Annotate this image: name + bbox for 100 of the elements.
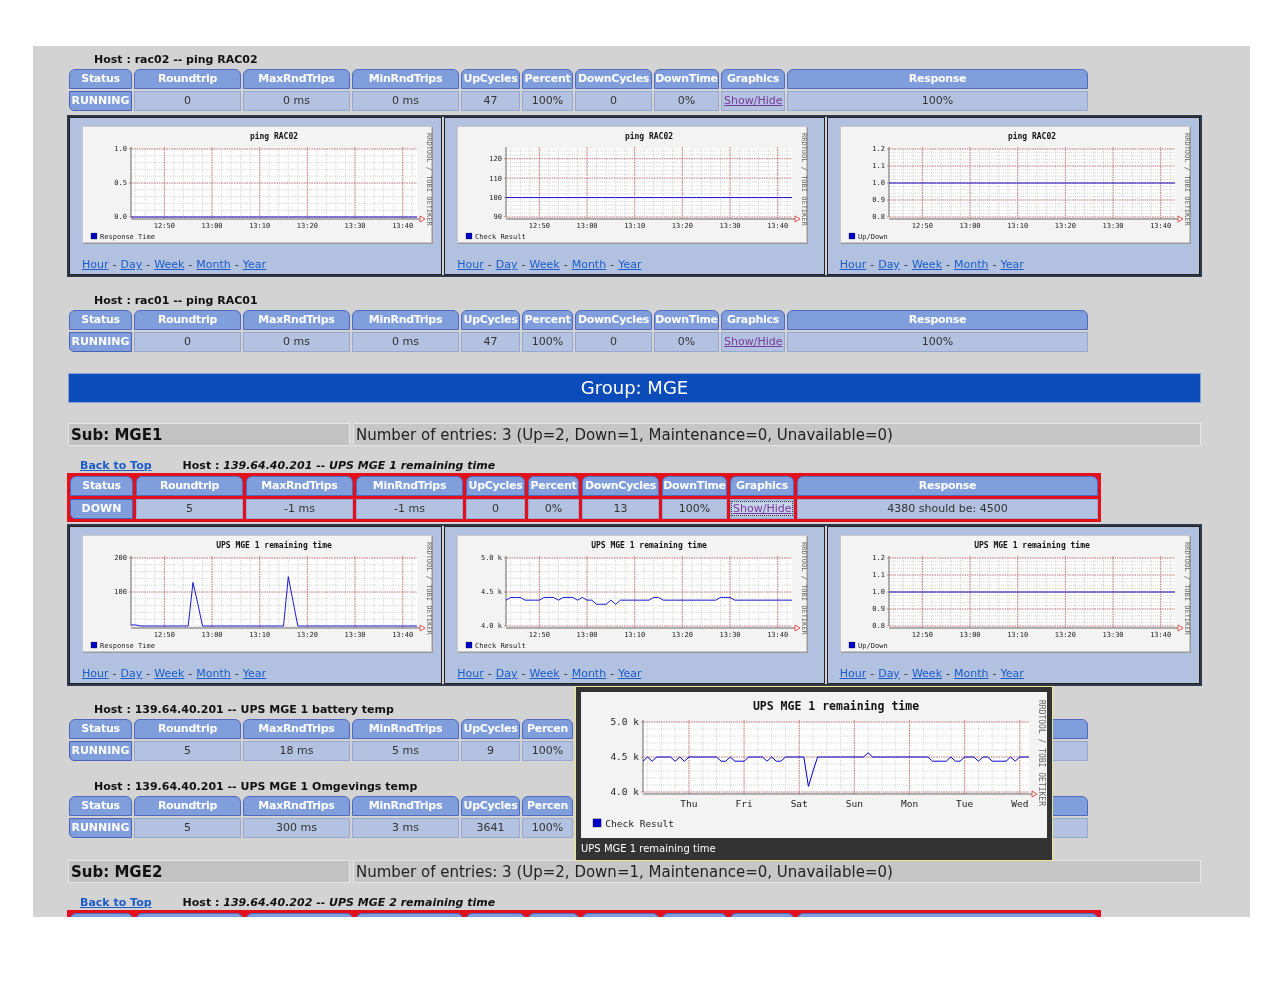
- range-link[interactable]: Week: [911, 258, 942, 271]
- back-to-top-link[interactable]: Back to Top: [80, 459, 152, 472]
- y-axis: [130, 146, 132, 218]
- status-cell: RUNNING: [69, 332, 132, 352]
- status-cell: DOWN: [70, 499, 133, 519]
- column-header: Roundtrip: [134, 69, 241, 89]
- column-header: Response: [787, 69, 1088, 89]
- column-header: MaxRndTrips: [243, 310, 350, 330]
- column-header: Percent: [528, 476, 579, 496]
- range-link[interactable]: Week: [529, 258, 560, 271]
- column-header: Status: [69, 69, 132, 89]
- link-separator: -: [563, 258, 568, 271]
- status-cell: RUNNING: [69, 91, 132, 111]
- column-header: UpCycles: [461, 69, 520, 89]
- table-cell: 13: [582, 499, 659, 519]
- range-link[interactable]: Week: [529, 667, 560, 680]
- column-header: Roundtrip: [134, 796, 241, 816]
- sub-name: Sub: MGE1: [68, 423, 350, 446]
- range-link[interactable]: Year: [618, 258, 642, 271]
- table-cell: 0: [575, 332, 652, 352]
- range-link[interactable]: Hour: [82, 667, 109, 680]
- range-link[interactable]: Month: [954, 258, 989, 271]
- table-cell: 300 ms: [243, 818, 350, 838]
- y-tick-label: 5.0 k: [610, 716, 639, 728]
- column-header: DownCycles: [582, 476, 659, 496]
- show-hide-link[interactable]: Show/Hide: [731, 501, 794, 516]
- column-header: MaxRndTrips: [243, 796, 350, 816]
- table-cell: 0: [134, 91, 241, 111]
- range-link[interactable]: Month: [954, 667, 989, 680]
- range-link[interactable]: Day: [495, 258, 518, 271]
- column-header: MaxRndTrips: [243, 719, 350, 739]
- table-cell: 0 ms: [243, 91, 350, 111]
- range-link[interactable]: Week: [154, 667, 185, 680]
- table-cell: 0 ms: [352, 332, 459, 352]
- table-cell: 0 ms: [243, 332, 350, 352]
- column-header: Graphics: [721, 310, 785, 330]
- back-to-top-link[interactable]: Back to Top: [80, 896, 152, 909]
- range-link[interactable]: Month: [571, 258, 607, 271]
- link-separator: -: [903, 667, 908, 680]
- link-separator: -: [563, 667, 568, 680]
- legend-label: Check Result: [605, 818, 674, 829]
- column-header: Percent: [522, 310, 573, 330]
- status-cell: RUNNING: [69, 741, 132, 761]
- table-cell: 100%: [787, 91, 1088, 111]
- credit-text: RRDTOOL / TOBI OETIKER: [1037, 700, 1046, 806]
- table-cell: 100%: [522, 91, 573, 111]
- table-cell: 100%: [522, 741, 573, 761]
- chart-title: ping RAC02: [249, 132, 299, 141]
- show-hide-link[interactable]: Show/Hide: [722, 93, 785, 108]
- table-cell: 5: [134, 741, 241, 761]
- range-link[interactable]: Day: [878, 258, 900, 271]
- range-link[interactable]: Day: [878, 667, 900, 680]
- range-link[interactable]: Month: [196, 258, 231, 271]
- host-title: Host : 139.64.40.201 -- UPS MGE 1 Omgevings temp: [94, 780, 418, 793]
- link-separator: -: [112, 667, 117, 680]
- host-title: Host : 139.64.40.201 -- UPS MGE 1 remaining time: [182, 459, 496, 472]
- show-hide-link[interactable]: Show/Hide: [722, 334, 785, 349]
- column-header: MaxRndTrips: [246, 476, 353, 496]
- table-cell: -1 ms: [356, 499, 463, 519]
- y-axis: [888, 146, 890, 218]
- range-link[interactable]: Day: [120, 667, 143, 680]
- table-cell: 100%: [662, 499, 727, 519]
- column-header: Percent: [522, 69, 573, 89]
- range-link[interactable]: Day: [120, 258, 143, 271]
- range-link[interactable]: Year: [618, 667, 642, 680]
- range-link[interactable]: Year: [1000, 258, 1024, 271]
- y-axis: [505, 146, 507, 218]
- link-separator: -: [992, 667, 997, 680]
- link-separator: -: [946, 667, 950, 680]
- table-cell: 0 ms: [352, 91, 459, 111]
- range-link[interactable]: Year: [242, 258, 267, 271]
- x-tick-label: Wed: [1011, 798, 1029, 809]
- table-cell: 100%: [522, 818, 573, 838]
- range-link[interactable]: Year: [242, 667, 267, 680]
- column-header: Percen: [522, 796, 573, 816]
- range-link[interactable]: Day: [495, 667, 518, 680]
- column-header: Status: [69, 310, 132, 330]
- range-link[interactable]: Week: [154, 258, 185, 271]
- table-cell: 9: [461, 741, 520, 761]
- range-link[interactable]: Month: [571, 667, 607, 680]
- column-header: UpCycles: [461, 719, 520, 739]
- range-link[interactable]: Week: [911, 667, 942, 680]
- range-link[interactable]: Hour: [839, 667, 867, 680]
- chart-title: UPS MGE 1 remaining time: [752, 699, 920, 713]
- table-cell: 3 ms: [352, 818, 459, 838]
- range-link[interactable]: Month: [196, 667, 231, 680]
- table-cell: 18 ms: [243, 741, 350, 761]
- range-link[interactable]: Hour: [457, 258, 484, 271]
- y-axis: [505, 555, 507, 627]
- range-link[interactable]: Hour: [457, 667, 484, 680]
- range-link[interactable]: Hour: [839, 258, 867, 271]
- column-header: DownTime: [662, 476, 727, 496]
- range-link[interactable]: Year: [1000, 667, 1024, 680]
- link-separator: -: [870, 667, 875, 680]
- y-axis: [130, 555, 132, 627]
- table-cell: 0: [466, 499, 525, 519]
- range-link[interactable]: Hour: [82, 258, 109, 271]
- y-tick-label: 4.0 k: [610, 786, 639, 798]
- link-separator: -: [946, 258, 950, 271]
- y-tick-label: 4.5 k: [610, 751, 639, 763]
